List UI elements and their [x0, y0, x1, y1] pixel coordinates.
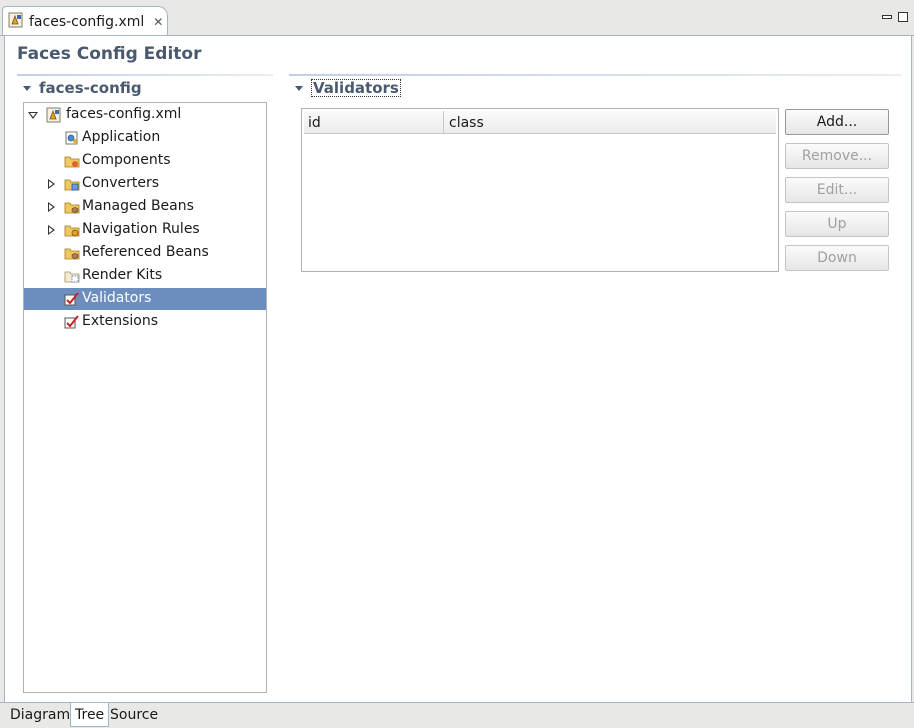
jsf-file-icon: [46, 107, 62, 123]
faces-config-section-header[interactable]: faces-config: [23, 77, 273, 99]
section-divider: [289, 74, 901, 76]
tab-label: Tree: [75, 706, 105, 723]
faces-config-tree[interactable]: faces-config.xml Application Components: [23, 102, 267, 693]
up-button-label: Up: [827, 216, 847, 232]
navigation-folder-icon: [64, 222, 80, 238]
renderkits-folder-icon: [64, 268, 80, 284]
column-header-id[interactable]: id: [304, 111, 444, 134]
tab-diagram[interactable]: Diagram: [6, 703, 74, 727]
tree-item-label: Render Kits: [82, 267, 163, 283]
validators-section-header[interactable]: Validators: [295, 77, 595, 99]
section-divider: [17, 74, 273, 76]
tree-item-render-kits[interactable]: Render Kits: [24, 265, 266, 287]
tree-item-label: Converters: [82, 175, 160, 191]
edit-button-label: Edit...: [816, 182, 858, 198]
validators-table[interactable]: id class: [301, 108, 779, 272]
page-title: Faces Config Editor: [17, 44, 202, 64]
editor-tab-label: faces-config.xml: [29, 13, 145, 30]
checkmark-icon: [64, 314, 80, 330]
down-button-label: Down: [817, 250, 857, 266]
converters-folder-icon: [64, 176, 80, 192]
tree-item-validators[interactable]: Validators: [24, 288, 266, 310]
tab-source[interactable]: Source: [106, 703, 162, 727]
section-title: Validators: [311, 79, 401, 97]
tree-item-label: Managed Beans: [82, 198, 194, 214]
add-button-label: Add...: [816, 114, 858, 130]
collapsed-arrow-icon[interactable]: [48, 225, 55, 235]
tree-item-label: Validators: [82, 290, 152, 306]
tree-item-converters[interactable]: Converters: [24, 173, 266, 195]
down-button[interactable]: Down: [785, 245, 889, 271]
tree-root-item[interactable]: faces-config.xml: [24, 104, 266, 126]
checkmark-icon: [64, 291, 80, 307]
components-folder-icon: [64, 153, 80, 169]
tree-item-components[interactable]: Components: [24, 150, 266, 172]
table-header: id class: [304, 111, 776, 134]
column-header-class[interactable]: class: [445, 111, 776, 134]
editor-tab-bar: faces-config.xml ✕: [0, 0, 914, 36]
tree-item-referenced-beans[interactable]: Referenced Beans: [24, 242, 266, 264]
faces-config-form: Faces Config Editor faces-config Validat…: [4, 36, 912, 702]
tree-item-label: faces-config.xml: [66, 106, 182, 122]
expanded-arrow-icon[interactable]: [28, 112, 38, 119]
tree-item-label: Application: [82, 129, 161, 145]
beans-folder-icon: [64, 245, 80, 261]
beans-folder-icon: [64, 199, 80, 215]
remove-button[interactable]: Remove...: [785, 143, 889, 169]
tab-label: Diagram: [10, 707, 71, 723]
editor-page-tabs: Diagram Tree Source: [0, 702, 914, 728]
tree-item-label: Navigation Rules: [82, 221, 200, 237]
tab-label: Source: [110, 707, 159, 723]
tree-item-label: Referenced Beans: [82, 244, 209, 260]
maximize-icon[interactable]: [898, 12, 908, 22]
jsf-file-icon: [8, 12, 24, 32]
collapsed-arrow-icon[interactable]: [48, 179, 55, 189]
edit-button[interactable]: Edit...: [785, 177, 889, 203]
tree-item-extensions[interactable]: Extensions: [24, 311, 266, 333]
collapsed-arrow-icon[interactable]: [48, 202, 55, 212]
collapse-toggle-icon[interactable]: [23, 85, 31, 91]
tree-item-managed-beans[interactable]: Managed Beans: [24, 196, 266, 218]
remove-button-label: Remove...: [801, 148, 873, 164]
tree-item-label: Extensions: [82, 313, 159, 329]
collapse-toggle-icon[interactable]: [295, 85, 303, 91]
tree-item-navigation-rules[interactable]: Navigation Rules: [24, 219, 266, 241]
minimize-icon[interactable]: [882, 15, 892, 19]
up-button[interactable]: Up: [785, 211, 889, 237]
editor-tab-faces-config[interactable]: faces-config.xml ✕: [2, 6, 168, 36]
tree-item-application[interactable]: Application: [24, 127, 266, 149]
close-icon[interactable]: ✕: [153, 16, 163, 28]
tree-item-label: Components: [82, 152, 171, 168]
section-title: faces-config: [39, 79, 142, 97]
add-button[interactable]: Add...: [785, 109, 889, 135]
application-icon: [64, 130, 80, 146]
tab-tree[interactable]: Tree: [70, 703, 110, 727]
